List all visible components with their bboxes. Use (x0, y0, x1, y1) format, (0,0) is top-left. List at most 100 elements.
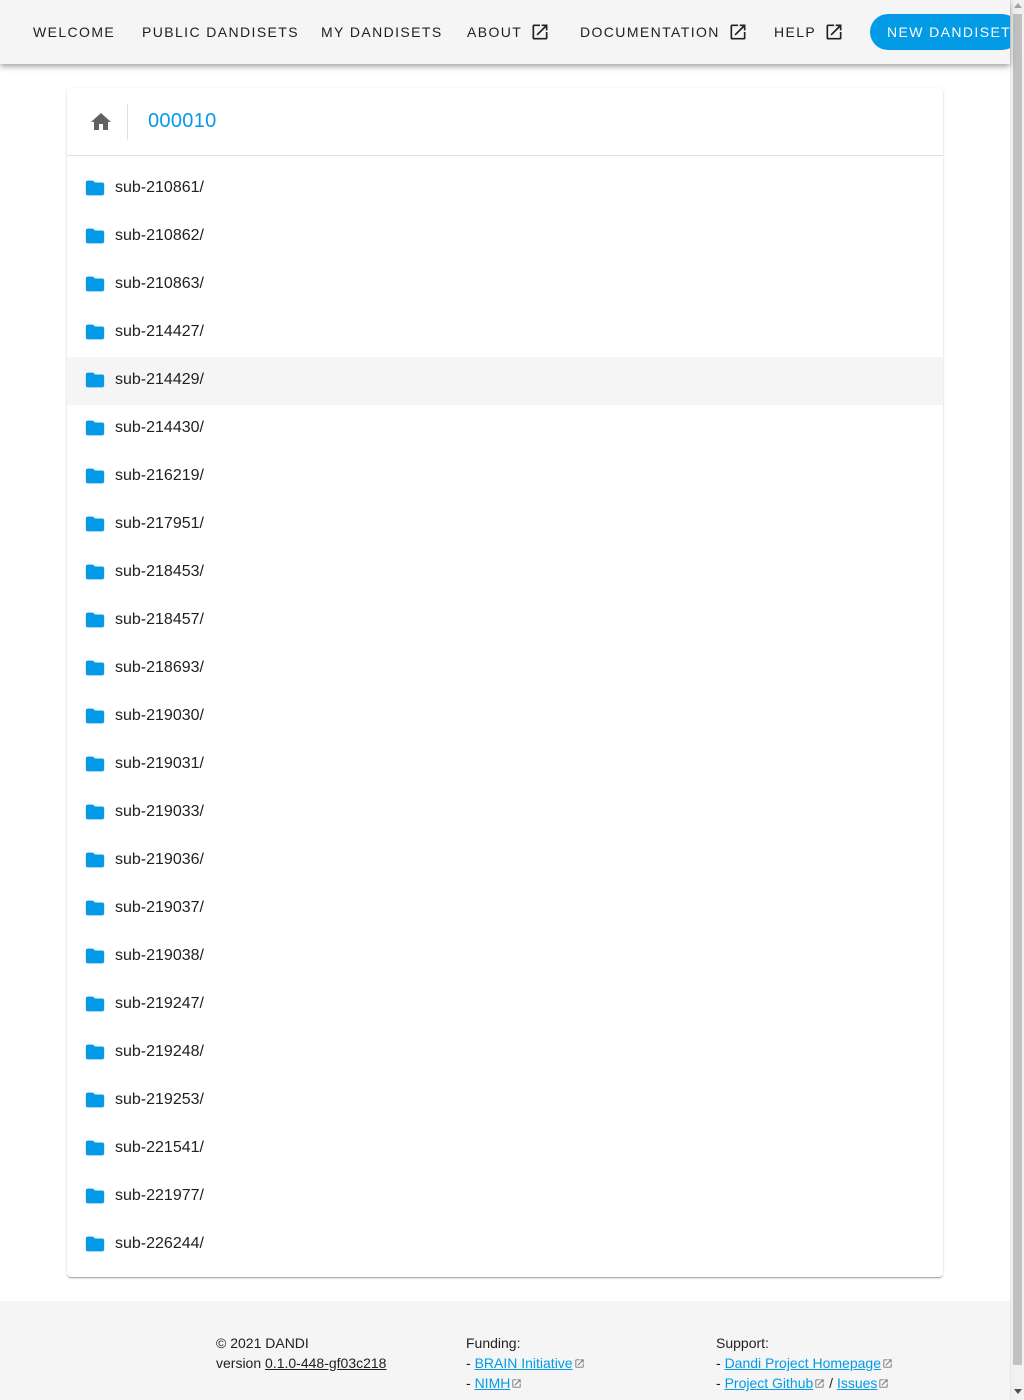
folder-name: sub-217951/ (115, 515, 204, 532)
folder-row[interactable]: sub-218457/ (67, 597, 943, 645)
folder-name: sub-214430/ (115, 419, 204, 436)
folder-name: sub-221977/ (115, 1187, 204, 1204)
folder-row[interactable]: sub-219247/ (67, 981, 943, 1029)
folder-icon (85, 900, 105, 916)
folder-icon (85, 708, 105, 724)
folder-name: sub-219253/ (115, 1091, 204, 1108)
folder-row[interactable]: sub-226244/ (67, 1221, 943, 1269)
folder-name: sub-218457/ (115, 611, 204, 628)
folder-icon (85, 996, 105, 1012)
folder-name: sub-218693/ (115, 659, 204, 676)
nav-welcome[interactable]: WELCOME (33, 0, 115, 64)
folder-row[interactable]: sub-216219/ (67, 453, 943, 501)
new-dandiset-button[interactable]: NEW DANDISET (870, 14, 1010, 50)
nav-public-dandisets-label: PUBLIC DANDISETS (142, 24, 299, 40)
folder-name: sub-221541/ (115, 1139, 204, 1156)
external-link-icon (879, 1379, 889, 1388)
file-browser-card: 000010 sub-210861/sub-210862/sub-210863/… (67, 88, 943, 1277)
scroll-up-arrow-icon[interactable] (1014, 3, 1022, 8)
nav-documentation[interactable]: DOCUMENTATION (580, 0, 748, 64)
nav-public-dandisets[interactable]: PUBLIC DANDISETS (142, 0, 299, 64)
folder-icon (85, 612, 105, 628)
nav-help[interactable]: HELP (774, 0, 844, 64)
version-prefix: version (216, 1355, 266, 1371)
footer: © 2021 DANDI version 0.1.0-448-gf03c218 … (0, 1301, 1010, 1400)
folder-icon (85, 516, 105, 532)
copyright-text: © 2021 DANDI (216, 1335, 309, 1351)
folder-row[interactable]: sub-210863/ (67, 261, 943, 309)
folder-icon (85, 564, 105, 580)
home-button[interactable] (87, 108, 115, 136)
brain-initiative-link[interactable]: BRAIN Initiative (475, 1355, 573, 1371)
folder-row[interactable]: sub-219031/ (67, 741, 943, 789)
folder-icon (85, 1044, 105, 1060)
external-link-icon (574, 1359, 584, 1368)
version-line: version 0.1.0-448-gf03c218 (216, 1353, 386, 1373)
folder-icon (85, 660, 105, 676)
folder-row[interactable]: sub-219253/ (67, 1077, 943, 1125)
dash: - (466, 1355, 475, 1371)
nav-help-label: HELP (774, 24, 817, 40)
vertical-scrollbar[interactable] (1010, 0, 1024, 1400)
folder-row[interactable]: sub-219036/ (67, 837, 943, 885)
folder-icon (85, 804, 105, 820)
folder-name: sub-219038/ (115, 947, 204, 964)
folder-name: sub-219036/ (115, 851, 204, 868)
folder-icon (85, 180, 105, 196)
footer-copyright-column: © 2021 DANDI version 0.1.0-448-gf03c218 (216, 1333, 386, 1373)
header-divider (127, 104, 128, 140)
version-link[interactable]: 0.1.0-448-gf03c218 (265, 1355, 386, 1371)
support-label: Support: (716, 1335, 769, 1351)
dash: - (716, 1355, 725, 1371)
breadcrumb-dandiset-id[interactable]: 000010 (148, 110, 217, 133)
folder-row[interactable]: sub-221541/ (67, 1125, 943, 1173)
folder-row[interactable]: sub-221977/ (67, 1173, 943, 1221)
project-github-link[interactable]: Project Github (725, 1375, 814, 1391)
folder-icon (85, 1188, 105, 1204)
nav-my-dandisets[interactable]: MY DANDISETS (321, 0, 443, 64)
scroll-down-arrow-icon[interactable] (1014, 1389, 1022, 1394)
footer-funding-column: Funding: - BRAIN Initiative - NIMH (466, 1333, 585, 1393)
folder-icon (85, 1236, 105, 1252)
folder-icon (85, 468, 105, 484)
folder-icon (85, 372, 105, 388)
folder-row[interactable]: sub-217951/ (67, 501, 943, 549)
folder-row[interactable]: sub-214427/ (67, 309, 943, 357)
new-dandiset-label: NEW DANDISET (887, 24, 1010, 40)
scrollbar-thumb[interactable] (1013, 14, 1022, 1365)
open-in-new-icon (826, 24, 842, 40)
folder-icon (85, 1092, 105, 1108)
footer-support-column: Support: - Dandi Project Homepage - Proj… (716, 1333, 893, 1393)
dash: - (716, 1375, 725, 1391)
external-link-icon (883, 1359, 892, 1368)
folder-row[interactable]: sub-219033/ (67, 789, 943, 837)
nav-about[interactable]: ABOUT (467, 0, 550, 64)
folder-row[interactable]: sub-219038/ (67, 933, 943, 981)
nav-welcome-label: WELCOME (33, 24, 116, 40)
folder-row[interactable]: sub-219030/ (67, 693, 943, 741)
folder-name: sub-210862/ (115, 227, 204, 244)
dandi-homepage-link[interactable]: Dandi Project Homepage (725, 1355, 881, 1371)
folder-row[interactable]: sub-218693/ (67, 645, 943, 693)
folder-icon (85, 756, 105, 772)
issues-link[interactable]: Issues (837, 1375, 877, 1391)
folder-name: sub-218453/ (115, 563, 204, 580)
folder-row[interactable]: sub-218453/ (67, 549, 943, 597)
nav-my-dandisets-label: MY DANDISETS (321, 24, 443, 40)
folder-row[interactable]: sub-214430/ (67, 405, 943, 453)
folder-icon (85, 420, 105, 436)
folder-name: sub-214427/ (115, 323, 204, 340)
nav-documentation-label: DOCUMENTATION (580, 24, 720, 40)
nimh-link[interactable]: NIMH (475, 1375, 511, 1391)
folder-row[interactable]: sub-214429/ (67, 357, 943, 405)
open-in-new-icon (730, 24, 746, 40)
funding-label: Funding: (466, 1335, 521, 1351)
folder-icon (85, 948, 105, 964)
folder-icon (85, 276, 105, 292)
folder-row[interactable]: sub-219248/ (67, 1029, 943, 1077)
folder-icon (85, 852, 105, 868)
folder-name: sub-216219/ (115, 467, 204, 484)
folder-row[interactable]: sub-210861/ (67, 165, 943, 213)
folder-row[interactable]: sub-210862/ (67, 213, 943, 261)
folder-row[interactable]: sub-219037/ (67, 885, 943, 933)
